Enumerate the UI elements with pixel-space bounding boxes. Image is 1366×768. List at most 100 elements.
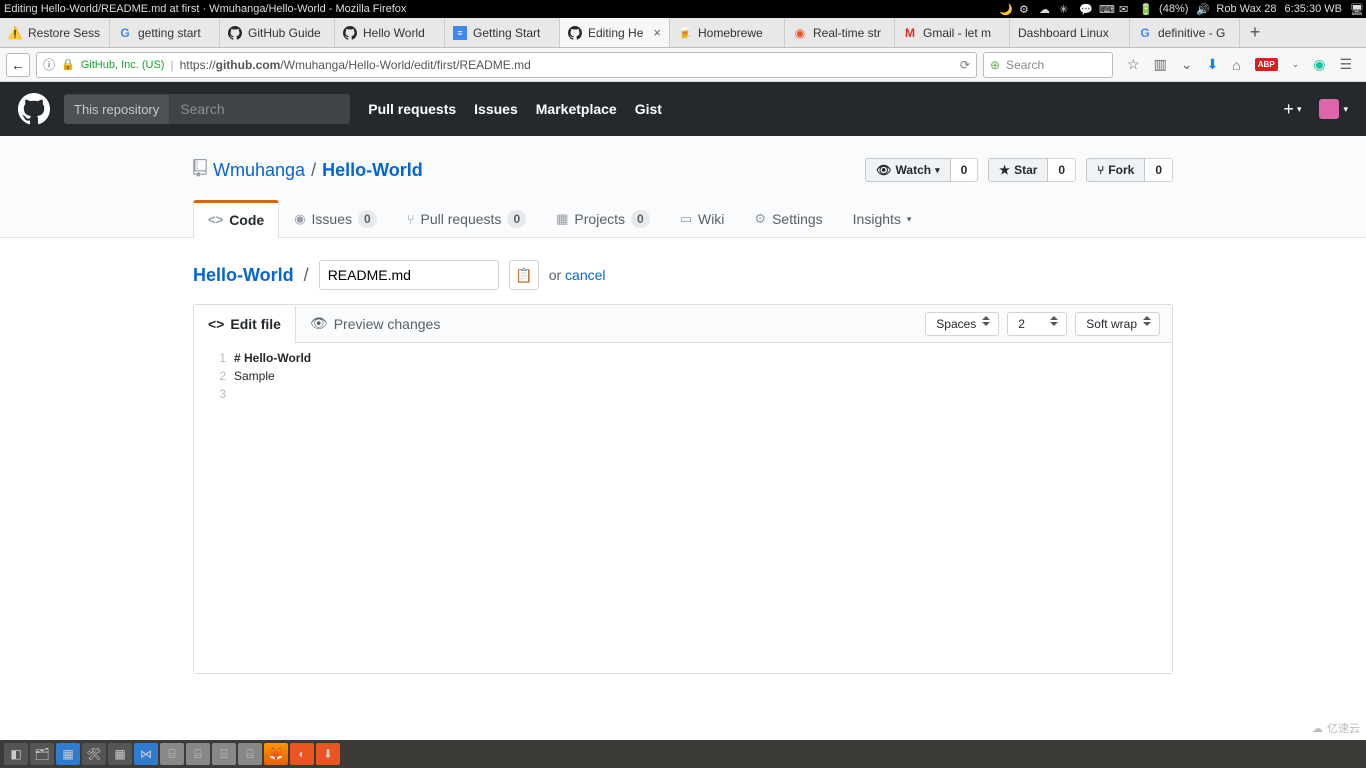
browser-tab[interactable]: Hello World (335, 18, 445, 47)
tab-code[interactable]: <>Code (193, 200, 279, 238)
repo-link[interactable]: Hello-World (322, 160, 423, 180)
drive-icon[interactable]: ⌸ (238, 743, 262, 765)
app-icon[interactable]: ▦ (108, 743, 132, 765)
nav-marketplace[interactable]: Marketplace (536, 101, 617, 117)
preview-changes-tab[interactable]: 👁Preview changes (296, 305, 454, 342)
gmail-icon: M (903, 26, 917, 40)
fork-button[interactable]: ⑂Fork (1086, 158, 1145, 182)
google-icon: G (1138, 26, 1152, 40)
watch-button[interactable]: 👁Watch▾ (865, 158, 950, 182)
clock: 6:35:30 WB (1285, 3, 1342, 15)
avatar-icon (1319, 99, 1339, 119)
volume-icon: 🔊 (1196, 3, 1208, 15)
code-content[interactable]: # Hello-World Sample (234, 343, 311, 673)
search-scope: This repository (64, 95, 170, 124)
nav-pull-requests[interactable]: Pull requests (368, 101, 456, 117)
watch-count[interactable]: 0 (951, 158, 979, 182)
clipboard-button[interactable]: 📋 (509, 260, 539, 290)
grammarly-icon[interactable]: ◉ (1313, 56, 1325, 73)
new-tab-button[interactable]: + (1240, 18, 1270, 47)
search-engine-icon: ⊕ (990, 58, 1000, 72)
tab-label: Restore Sess (28, 26, 100, 40)
star-count[interactable]: 0 (1048, 158, 1076, 182)
tab-insights[interactable]: Insights▾ (838, 200, 927, 237)
browser-tab[interactable]: ≡ Getting Start (445, 18, 560, 47)
drive-icon[interactable]: ⌸ (212, 743, 236, 765)
app-icon[interactable]: ⬇ (316, 743, 340, 765)
browser-search[interactable]: ⊕ Search (983, 52, 1113, 78)
fork-icon: ⑂ (1097, 163, 1104, 177)
close-tab-icon[interactable]: × (653, 25, 661, 40)
cancel-link[interactable]: cancel (565, 267, 605, 283)
tab-wiki[interactable]: ▭Wiki (665, 200, 740, 237)
os-title-bar: Editing Hello-World/README.md at first ·… (0, 0, 1366, 18)
vscode-icon[interactable]: ⋈ (134, 743, 158, 765)
tab-projects[interactable]: ▦Projects0 (541, 200, 665, 237)
project-icon: ▦ (556, 211, 568, 227)
repo-icon (193, 159, 207, 182)
user-menu[interactable]: ▾ (1319, 99, 1348, 119)
tab-label: Editing He (588, 26, 643, 40)
browser-tab[interactable]: ◉ Real-time str (785, 18, 895, 47)
wrap-mode-select[interactable]: Soft wrap (1075, 312, 1160, 336)
user-date: Rob Wax 28 (1216, 3, 1276, 15)
breadcrumb-repo[interactable]: Hello-World (193, 265, 294, 286)
home-icon[interactable]: ⌂ (1232, 57, 1240, 73)
window-title: Editing Hello-World/README.md at first ·… (4, 3, 999, 15)
code-icon: <> (208, 212, 223, 227)
browser-tab[interactable]: G definitive - G (1130, 18, 1240, 47)
create-new-dropdown[interactable]: +▾ (1283, 99, 1301, 120)
owner-link[interactable]: Wmuhanga (213, 160, 305, 181)
bookmark-star-icon[interactable]: ☆ (1127, 56, 1140, 73)
issue-icon: ◉ (294, 211, 305, 227)
browser-tab[interactable]: Dashboard Linux (1010, 18, 1130, 47)
pocket-icon[interactable]: ⌄ (1181, 56, 1193, 73)
app-icon[interactable]: ◐ (290, 743, 314, 765)
nav-gist[interactable]: Gist (635, 101, 662, 117)
line-gutter: 1 2 3 (194, 343, 234, 673)
browser-tab[interactable]: M Gmail - let m (895, 18, 1010, 47)
tab-issues[interactable]: ◉Issues0 (279, 200, 392, 237)
reload-button[interactable]: ⟳ (960, 58, 970, 72)
indent-mode-select[interactable]: Spaces (925, 312, 999, 336)
firefox-icon[interactable]: 🦊 (264, 743, 288, 765)
tools-icon[interactable]: 🛠 (82, 743, 106, 765)
nav-issues[interactable]: Issues (474, 101, 518, 117)
drive-icon[interactable]: ⌸ (186, 743, 210, 765)
abp-icon[interactable]: ABP (1255, 58, 1278, 71)
weather-icon: 🌙 (999, 3, 1011, 15)
tab-settings[interactable]: ⚙Settings (739, 200, 837, 237)
browser-tab[interactable]: ⚠️ Restore Sess (0, 18, 110, 47)
star-icon: ★ (999, 163, 1010, 177)
overflow-icon[interactable]: ⌄ (1292, 59, 1300, 70)
tray-icon: ✳ (1059, 3, 1071, 15)
indent-size-select[interactable]: 2 (1007, 312, 1067, 336)
filename-input[interactable] (319, 260, 499, 290)
browser-tab[interactable]: G getting start (110, 18, 220, 47)
menu-icon[interactable]: ☰ (1339, 56, 1352, 73)
github-logo-icon[interactable] (18, 93, 50, 125)
browser-tab[interactable]: 🍺 Homebrewe (670, 18, 785, 47)
files-icon[interactable]: 🗂 (30, 743, 54, 765)
url-bar[interactable]: ⓘ 🔒 GitHub, Inc. (US) | https://github.c… (36, 52, 977, 78)
edit-file-tab[interactable]: <>Edit file (193, 306, 296, 343)
github-icon (343, 26, 357, 40)
ubuntu-icon: ◉ (793, 26, 807, 40)
drive-icon[interactable]: ⌸ (160, 743, 184, 765)
app-icon[interactable]: ▦ (56, 743, 80, 765)
breadcrumb: Hello-World / 📋 or cancel (193, 260, 1173, 290)
google-icon: G (118, 26, 132, 40)
code-editor[interactable]: 1 2 3 # Hello-World Sample (194, 343, 1172, 673)
library-icon[interactable]: ▥ (1154, 56, 1167, 73)
tab-pull-requests[interactable]: ⑂Pull requests0 (392, 200, 541, 237)
fork-count[interactable]: 0 (1145, 158, 1173, 182)
show-desktop-icon[interactable]: ◧ (4, 743, 28, 765)
browser-tab[interactable]: GitHub Guide (220, 18, 335, 47)
info-icon[interactable]: ⓘ (43, 56, 55, 73)
github-search-input[interactable] (170, 94, 350, 124)
github-search[interactable]: This repository (64, 94, 350, 124)
downloads-icon[interactable]: ⬇ (1207, 56, 1219, 73)
back-button[interactable]: ← (6, 53, 30, 77)
browser-tab-active[interactable]: Editing He × (560, 18, 670, 47)
star-button[interactable]: ★Star (988, 158, 1048, 182)
